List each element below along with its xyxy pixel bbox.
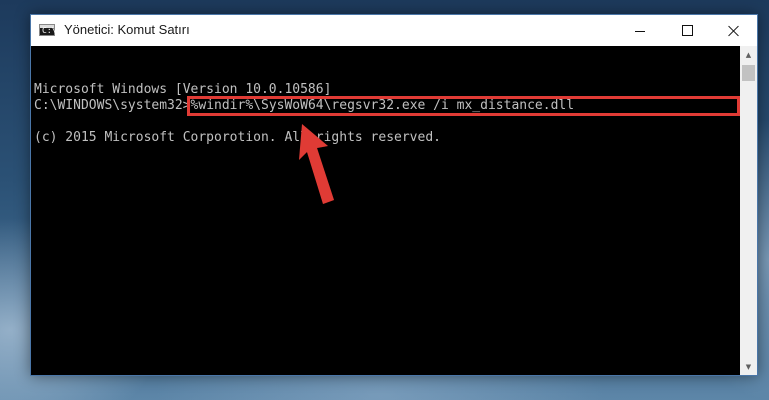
- maximize-button[interactable]: [664, 15, 710, 46]
- scroll-up-icon[interactable]: ▲: [740, 46, 757, 63]
- vertical-scrollbar[interactable]: ▲ ▼: [740, 46, 757, 375]
- minimize-icon: [635, 31, 645, 32]
- command-highlight-box: [187, 96, 740, 116]
- console-line-copyright: (c) 2015 Microsoft Corporotion. All righ…: [34, 130, 441, 145]
- command-prompt-window[interactable]: C:\ Yönetici: Komut Satırı Microsoft Win…: [30, 14, 758, 376]
- minimize-button[interactable]: [617, 15, 663, 46]
- console-app-icon[interactable]: C:\: [39, 24, 57, 36]
- console-app-icon-label: C:\: [42, 26, 57, 35]
- close-button[interactable]: [711, 15, 757, 46]
- arrow-pointer-icon: [299, 124, 334, 204]
- maximize-icon: [681, 25, 693, 36]
- console-output[interactable]: Microsoft Windows [Version 10.0.10586] (…: [31, 46, 740, 375]
- close-icon: [728, 25, 740, 37]
- scroll-thumb[interactable]: [742, 65, 755, 81]
- title-bar[interactable]: C:\ Yönetici: Komut Satırı: [31, 15, 757, 46]
- prompt-path: C:\WINDOWS\system32>: [34, 98, 191, 113]
- scroll-down-icon[interactable]: ▼: [740, 358, 757, 375]
- window-title: Yönetici: Komut Satırı: [64, 22, 190, 37]
